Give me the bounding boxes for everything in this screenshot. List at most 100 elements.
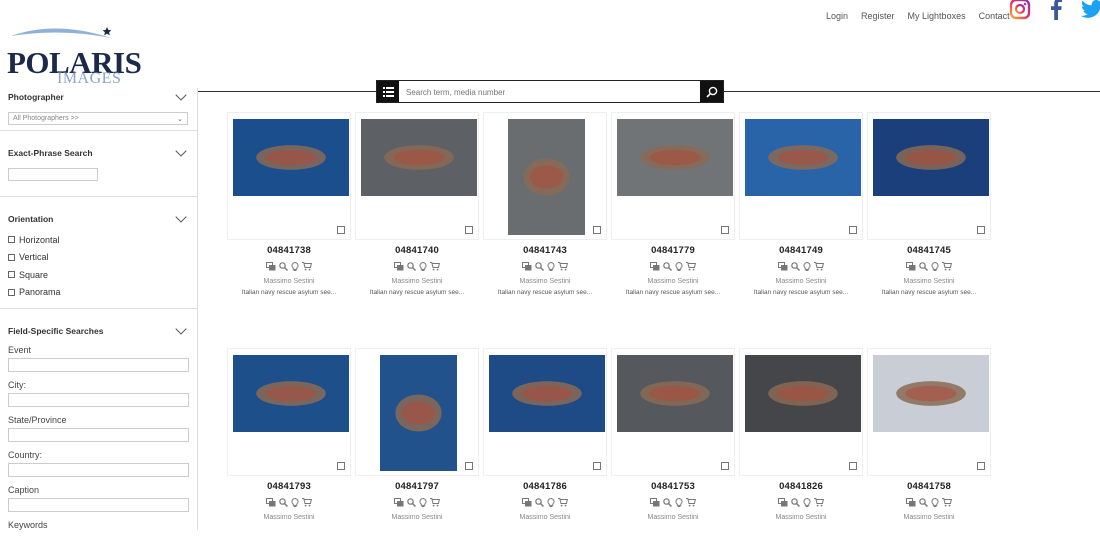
photographer-name[interactable]: Massimo Sestini xyxy=(481,278,609,285)
search-similar-icon[interactable] xyxy=(279,258,288,271)
country-input[interactable] xyxy=(8,463,189,477)
idea-icon[interactable] xyxy=(803,258,811,271)
idea-icon[interactable] xyxy=(675,258,683,271)
media-number[interactable]: 04841740 xyxy=(353,245,481,256)
search-similar-icon[interactable] xyxy=(407,494,416,507)
photographer-name[interactable]: Massimo Sestini xyxy=(225,278,353,285)
select-checkbox[interactable] xyxy=(977,226,985,234)
select-checkbox[interactable] xyxy=(593,226,601,234)
orientation-horizontal-checkbox[interactable]: Horizontal xyxy=(8,231,189,249)
select-checkbox[interactable] xyxy=(465,226,473,234)
idea-icon[interactable] xyxy=(547,258,555,271)
result-card[interactable] xyxy=(611,112,735,240)
search-similar-icon[interactable] xyxy=(919,258,928,271)
lightbox-add-icon[interactable] xyxy=(906,494,916,507)
result-thumbnail[interactable] xyxy=(873,119,989,196)
result-card[interactable] xyxy=(867,112,991,240)
result-thumbnail[interactable] xyxy=(508,119,585,235)
result-card[interactable] xyxy=(611,348,735,476)
result-card[interactable] xyxy=(867,348,991,476)
search-similar-icon[interactable] xyxy=(663,258,672,271)
media-number[interactable]: 04841753 xyxy=(609,481,737,492)
search-similar-icon[interactable] xyxy=(407,258,416,271)
instagram-icon[interactable] xyxy=(1008,0,1032,21)
idea-icon[interactable] xyxy=(419,494,427,507)
search-similar-icon[interactable] xyxy=(791,258,800,271)
orientation-panorama-checkbox[interactable]: Panorama xyxy=(8,284,189,302)
my-lightboxes-link[interactable]: My Lightboxes xyxy=(908,11,966,21)
photographer-name[interactable]: Massimo Sestini xyxy=(481,514,609,521)
field-specific-header[interactable]: Field-Specific Searches xyxy=(8,323,189,339)
search-button[interactable] xyxy=(700,81,723,102)
search-similar-icon[interactable] xyxy=(663,494,672,507)
cart-icon[interactable] xyxy=(430,494,441,507)
lightbox-add-icon[interactable] xyxy=(266,258,276,271)
select-checkbox[interactable] xyxy=(977,462,985,470)
idea-icon[interactable] xyxy=(803,494,811,507)
photographer-name[interactable]: Massimo Sestini xyxy=(353,514,481,521)
cart-icon[interactable] xyxy=(686,258,697,271)
select-checkbox[interactable] xyxy=(337,462,345,470)
photographer-name[interactable]: Massimo Sestini xyxy=(609,278,737,285)
result-thumbnail[interactable] xyxy=(617,119,733,196)
result-card[interactable] xyxy=(739,348,863,476)
city-input[interactable] xyxy=(8,393,189,407)
lightbox-add-icon[interactable] xyxy=(778,258,788,271)
lightbox-add-icon[interactable] xyxy=(266,494,276,507)
select-checkbox[interactable] xyxy=(721,226,729,234)
lightbox-add-icon[interactable] xyxy=(522,494,532,507)
idea-icon[interactable] xyxy=(931,258,939,271)
exact-phrase-header[interactable]: Exact-Phrase Search xyxy=(8,145,189,161)
search-similar-icon[interactable] xyxy=(535,258,544,271)
idea-icon[interactable] xyxy=(419,258,427,271)
photographer-name[interactable]: Massimo Sestini xyxy=(737,278,865,285)
exact-phrase-input[interactable] xyxy=(8,168,98,181)
caption-input[interactable] xyxy=(8,498,189,512)
orientation-vertical-checkbox[interactable]: Vertical xyxy=(8,249,189,267)
result-card[interactable] xyxy=(739,112,863,240)
media-number[interactable]: 04841749 xyxy=(737,245,865,256)
media-number[interactable]: 04841738 xyxy=(225,245,353,256)
photographer-select[interactable]: All Photographers >> ⌄ xyxy=(8,112,188,125)
lightbox-add-icon[interactable] xyxy=(650,258,660,271)
result-card[interactable] xyxy=(355,348,479,476)
result-card[interactable] xyxy=(483,112,607,240)
photographer-name[interactable]: Massimo Sestini xyxy=(865,514,993,521)
select-checkbox[interactable] xyxy=(593,462,601,470)
result-card[interactable] xyxy=(227,348,351,476)
cart-icon[interactable] xyxy=(302,494,313,507)
media-number[interactable]: 04841793 xyxy=(225,481,353,492)
idea-icon[interactable] xyxy=(291,258,299,271)
search-similar-icon[interactable] xyxy=(919,494,928,507)
cart-icon[interactable] xyxy=(558,494,569,507)
media-number[interactable]: 04841779 xyxy=(609,245,737,256)
idea-icon[interactable] xyxy=(675,494,683,507)
cart-icon[interactable] xyxy=(558,258,569,271)
search-similar-icon[interactable] xyxy=(791,494,800,507)
select-checkbox[interactable] xyxy=(849,226,857,234)
lightbox-add-icon[interactable] xyxy=(394,494,404,507)
cart-icon[interactable] xyxy=(814,258,825,271)
result-card[interactable] xyxy=(355,112,479,240)
result-thumbnail[interactable] xyxy=(233,119,349,196)
select-checkbox[interactable] xyxy=(849,462,857,470)
idea-icon[interactable] xyxy=(931,494,939,507)
cart-icon[interactable] xyxy=(942,494,953,507)
login-link[interactable]: Login xyxy=(826,11,848,21)
lightbox-add-icon[interactable] xyxy=(394,258,404,271)
result-thumbnail[interactable] xyxy=(745,119,861,196)
result-thumbnail[interactable] xyxy=(489,355,605,432)
media-number[interactable]: 04841826 xyxy=(737,481,865,492)
photographer-name[interactable]: Massimo Sestini xyxy=(225,514,353,521)
polaris-logo[interactable]: POLARIS IMAGES xyxy=(5,24,142,88)
cart-icon[interactable] xyxy=(686,494,697,507)
media-number[interactable]: 04841797 xyxy=(353,481,481,492)
cart-icon[interactable] xyxy=(302,258,313,271)
idea-icon[interactable] xyxy=(291,494,299,507)
idea-icon[interactable] xyxy=(547,494,555,507)
select-checkbox[interactable] xyxy=(721,462,729,470)
photographer-header[interactable]: Photographer xyxy=(8,89,189,105)
result-thumbnail[interactable] xyxy=(380,355,457,471)
photographer-name[interactable]: Massimo Sestini xyxy=(865,278,993,285)
media-number[interactable]: 04841745 xyxy=(865,245,993,256)
